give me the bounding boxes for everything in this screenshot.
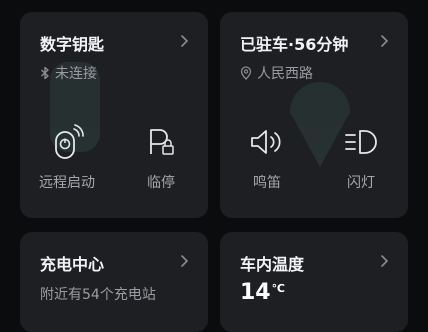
horn-label: 鸣笛: [253, 175, 281, 191]
chevron-right-icon[interactable]: [178, 255, 190, 267]
charging-center-card[interactable]: 充电中心 附近有54个充电站: [20, 232, 208, 332]
charging-center-title: 充电中心: [40, 255, 105, 274]
chevron-right-icon[interactable]: [378, 255, 390, 267]
digital-key-title: 数字钥匙: [40, 35, 105, 54]
charging-center-subtitle: 附近有54个充电站: [40, 287, 156, 303]
parking-card[interactable]: 已驻车·56分钟 人民西路 鸣笛 闪灯: [220, 12, 408, 218]
flash-lights-icon: [345, 130, 377, 154]
bluetooth-icon: [41, 66, 49, 80]
location-pin-icon: [240, 66, 252, 80]
horn-icon: [251, 130, 281, 154]
parking-location: 人民西路: [240, 63, 313, 83]
temp-parking-lock-icon: [150, 129, 174, 155]
chevron-right-icon[interactable]: [178, 35, 190, 47]
cabin-temp-value: 14℃: [240, 280, 285, 305]
temp-parking-button[interactable]: 临停: [126, 124, 196, 192]
chevron-right-icon[interactable]: [378, 35, 390, 47]
temp-parking-label: 临停: [147, 175, 175, 191]
cabin-temp-number: 14: [240, 280, 271, 305]
flash-lights-button[interactable]: 闪灯: [326, 124, 396, 192]
remote-start-label: 远程启动: [39, 175, 95, 191]
cabin-temp-card[interactable]: 车内温度 14℃: [220, 232, 408, 332]
flash-lights-label: 闪灯: [347, 175, 375, 191]
parking-title: 已驻车·56分钟: [240, 35, 349, 54]
cabin-temp-title: 车内温度: [240, 255, 305, 274]
digital-key-status-text: 未连接: [55, 66, 97, 82]
digital-key-status: 未连接: [40, 63, 97, 83]
horn-button[interactable]: 鸣笛: [232, 124, 302, 192]
parking-location-text: 人民西路: [257, 66, 313, 82]
cabin-temp-unit: ℃: [271, 282, 285, 295]
remote-start-icon: [55, 124, 84, 159]
remote-start-button[interactable]: 远程启动: [32, 124, 102, 192]
digital-key-card[interactable]: 数字钥匙 未连接 远程启动 临停: [20, 12, 208, 218]
